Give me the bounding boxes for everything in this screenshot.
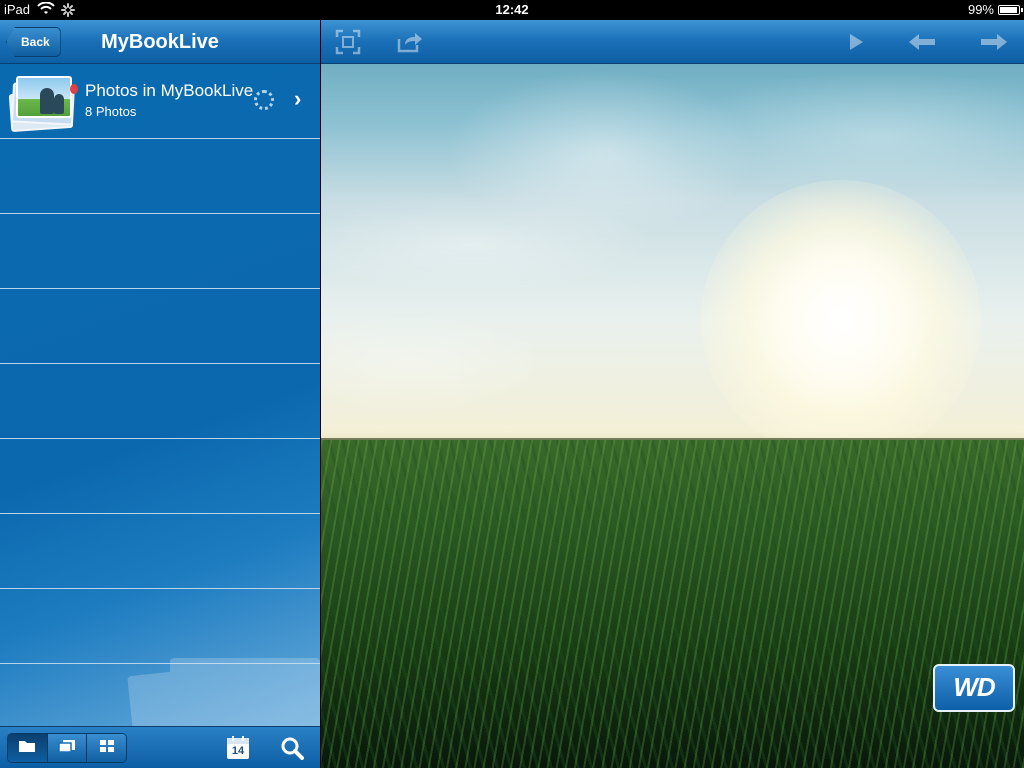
status-bar: iPad 12:42 99% [0,0,1024,20]
share-button[interactable] [395,28,425,56]
list-item-empty [0,289,320,364]
photo-viewer-panel: WD [321,20,1024,768]
list-item-empty [0,439,320,514]
slideshow-view-button[interactable] [47,734,88,762]
fullscreen-button[interactable] [333,28,363,56]
battery-icon [998,5,1023,15]
share-icon [397,33,422,53]
list-item-empty [0,214,320,289]
left-navigation-bar: Back MyBookLive [0,20,320,64]
calendar-button[interactable]: 14 [224,734,252,762]
album-list-panel: Back MyBookLive Photos in MyBookLive 8 P… [0,20,320,768]
chevron-right-icon: › [294,86,302,111]
list-item-empty [0,514,320,589]
album-list: Photos in MyBookLive 8 Photos › [0,64,320,664]
clock: 12:42 [495,2,529,17]
next-button[interactable] [979,28,1009,56]
photo-album-icon [8,74,78,133]
photos-watermark-image [127,650,320,737]
photo-sun [701,180,981,460]
slideshow-icon [58,739,76,758]
next-icon [981,34,1007,50]
calendar-day: 14 [231,745,245,757]
list-item-empty [0,364,320,439]
search-button[interactable] [278,734,306,762]
album-photo-count: 8 Photos [85,104,137,119]
photo-grass [321,440,1024,768]
folder-icon [18,739,36,758]
left-toolbar: 14 [0,726,320,768]
battery-percentage: 99% [967,2,994,17]
previous-icon [909,34,935,50]
fullscreen-icon [335,29,361,55]
folder-view-button[interactable] [8,734,48,762]
viewer-toolbar [321,20,1024,64]
previous-button[interactable] [907,28,937,56]
album-title: Photos in MyBookLive [85,81,254,100]
loading-spinner-icon [254,90,274,110]
list-item-empty [0,139,320,214]
grid-icon [99,739,115,758]
wd-logo: WD [933,664,1015,712]
search-icon [281,737,304,760]
list-item-album[interactable]: Photos in MyBookLive 8 Photos › [0,64,320,139]
play-icon [850,34,863,50]
grid-view-button[interactable] [87,734,126,762]
view-mode-segmented-control [7,733,127,763]
left-panel-title: MyBookLive [101,31,219,53]
play-button[interactable] [841,28,871,56]
